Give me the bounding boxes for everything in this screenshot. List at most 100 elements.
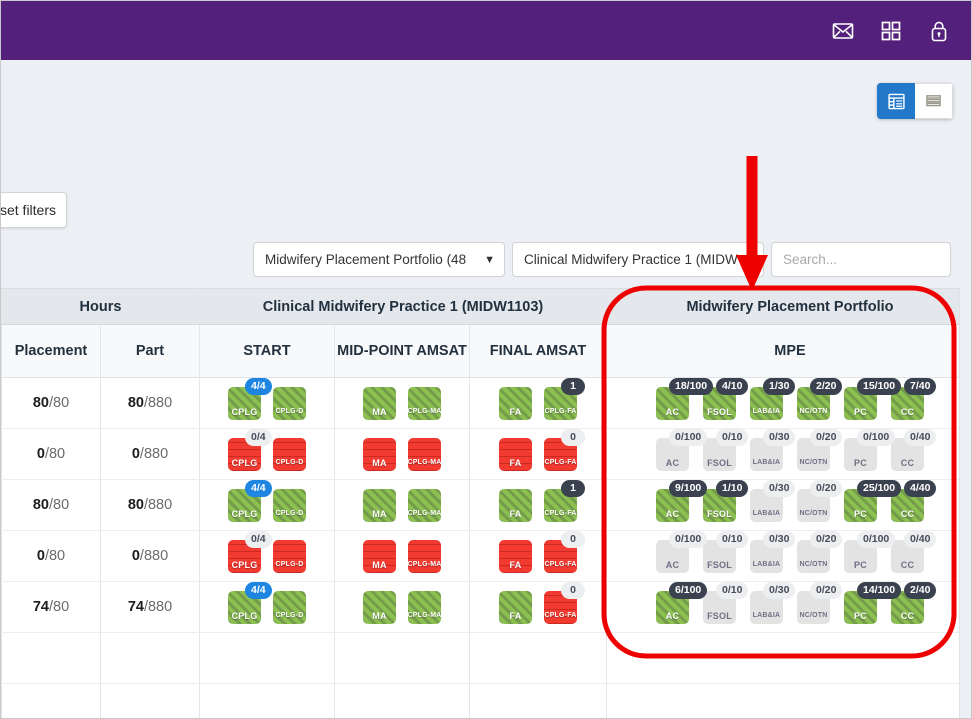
page-body: set filters Midwifery Placement Portfoli… [1,60,971,718]
competency-chip[interactable]: FSOL 0/10 [703,581,749,624]
competency-chip[interactable]: CPLG 4/4 [228,479,272,522]
empty-cell [606,683,971,718]
table-head: Hours Clinical Midwifery Practice 1 (MID… [1,288,971,378]
portfolio-select[interactable]: Midwifery Placement Portfolio (48 ▼ [253,242,505,277]
competency-chip[interactable]: CPLG-FA 0 [544,428,585,471]
padlock-icon[interactable] [927,19,951,43]
competency-chip[interactable]: FA [499,437,532,471]
competency-chip[interactable]: FSOL 0/10 [703,428,749,471]
competency-code-label: FA [509,457,522,468]
empty-cell [100,632,200,684]
competency-chip[interactable]: LAB&IA 0/30 [750,530,796,573]
competency-chip[interactable]: CPLG-MA [408,590,441,624]
competency-chip[interactable]: NC/OTN 0/20 [797,581,843,624]
competency-chip[interactable]: CPLG-MA [408,539,441,573]
competency-chip[interactable]: AC 18/100 [656,377,714,420]
competency-code-label: FA [509,406,522,417]
competency-chip[interactable]: NC/OTN 0/20 [797,428,843,471]
table-row[interactable]: 0/80 0/880 CPLG 0/4 CPLG-D MA CPLG-MA FA CPLG-FA… [1,428,971,480]
competency-chip[interactable]: FA [499,539,532,573]
chip-group: AC 0/100 FSOL 0/10 LAB&IA 0/30 NC/OTN 0/20 PC 0/1… [607,428,971,471]
table-row[interactable]: 74/80 74/880 CPLG 4/4 CPLG-D MA CPLG-MA FA CPLG-… [1,581,971,633]
competency-count-badge: 0/20 [810,581,843,599]
competency-chip[interactable]: CPLG-D [273,539,306,573]
table-row[interactable]: 0/80 0/880 CPLG 0/4 CPLG-D MA CPLG-MA FA CPLG-FA… [1,530,971,582]
competency-chip[interactable]: AC 0/100 [656,530,708,573]
competency-tile: MA [363,386,396,420]
competency-code-label: CPLG-D [275,509,304,517]
competency-chip[interactable]: LAB&IA 0/30 [750,428,796,471]
competency-count-badge: 18/100 [669,377,714,395]
competency-chip[interactable]: CPLG-FA 0 [544,530,585,573]
chip-group: CPLG 0/4 CPLG-D [200,530,334,573]
competency-chip[interactable]: CPLG 0/4 [228,428,272,471]
competency-chip[interactable]: CC 0/40 [891,530,937,573]
competency-chip[interactable]: CPLG-FA 0 [544,581,585,624]
competency-chip[interactable]: MA [363,488,396,522]
chevron-down-icon: ▼ [743,253,754,266]
chip-cell: FA CPLG-FA 0 [469,530,607,582]
competency-chip[interactable]: NC/OTN 0/20 [797,530,843,573]
module-select[interactable]: Clinical Midwifery Practice 1 (MIDW ▼ [512,242,764,277]
competency-chip[interactable]: CPLG-D [273,437,306,471]
group-header-module: Clinical Midwifery Practice 1 (MIDW1103) [199,288,607,325]
competency-chip[interactable]: NC/OTN 0/20 [797,479,843,522]
competency-chip[interactable]: LAB&IA 0/30 [750,479,796,522]
competency-chip[interactable]: CPLG 0/4 [228,530,272,573]
competency-code-label: CPLG-MA [408,560,441,568]
competency-chip[interactable]: PC 0/100 [844,530,896,573]
apps-grid-icon[interactable] [879,19,903,43]
competency-chip[interactable]: MA [363,386,396,420]
table-row[interactable]: 80/80 80/880 CPLG 4/4 CPLG-D MA CPLG-MA FA CPLG-… [1,377,971,429]
competency-chip[interactable]: AC 0/100 [656,428,708,471]
chip-cell: MA CPLG-MA [334,530,470,582]
table-row[interactable]: 80/80 80/880 CPLG 4/4 CPLG-D MA CPLG-MA FA CPLG-… [1,479,971,531]
reset-filters-button[interactable]: set filters [1,192,67,228]
competency-chip[interactable]: FA [499,488,532,522]
competency-count-badge: 0/20 [810,428,843,446]
competency-count-badge: 0/4 [245,530,272,548]
competency-chip[interactable]: FSOL 1/10 [703,479,749,522]
vertical-scrollbar[interactable] [959,288,971,718]
competency-code-label: NC/OTN [799,458,828,466]
competency-tile: MA [363,590,396,624]
competency-chip[interactable]: CC 0/40 [891,428,937,471]
competency-chip[interactable]: AC 9/100 [656,479,708,522]
competency-chip[interactable]: NC/OTN 2/20 [797,377,843,420]
competency-chip[interactable]: FA [499,590,532,624]
competency-chip[interactable]: CPLG-D [273,386,306,420]
competency-chip[interactable]: CPLG-MA [408,386,441,420]
competency-chip[interactable]: CPLG-FA 1 [544,377,585,420]
competency-chip[interactable]: MA [363,590,396,624]
competency-code-label: CC [900,610,915,621]
competency-chip[interactable]: FSOL 0/10 [703,530,749,573]
competency-chip[interactable]: CPLG 4/4 [228,581,272,624]
list-view-button[interactable] [915,83,953,119]
competency-chip[interactable]: LAB&IA 1/30 [750,377,796,420]
competency-chip[interactable]: CPLG-MA [408,437,441,471]
competency-chip[interactable]: CPLG 4/4 [228,377,272,420]
competency-chip[interactable]: LAB&IA 0/30 [750,581,796,624]
competency-chip[interactable]: MA [363,539,396,573]
portfolio-select-value: Midwifery Placement Portfolio (48 [265,252,467,267]
empty-cell [606,632,971,684]
competency-chip[interactable]: CPLG-MA [408,488,441,522]
placement-value: 80/80 [32,497,70,513]
competency-chip[interactable]: PC 0/100 [844,428,896,471]
grid-view-button[interactable] [877,83,915,119]
competency-chip[interactable]: CPLG-D [273,590,306,624]
competency-chip[interactable]: FA [499,386,532,420]
chip-group: FA CPLG-FA 1 [470,479,606,522]
competency-chip[interactable]: PC 15/100 [844,377,902,420]
competency-chip[interactable]: AC 6/100 [656,581,708,624]
mail-icon[interactable] [831,19,855,43]
filter-bar: Midwifery Placement Portfolio (48 ▼ Clin… [253,242,951,277]
placement-value: 0/80 [36,446,66,462]
competency-chip[interactable]: MA [363,437,396,471]
placements-table-container: Hours Clinical Midwifery Practice 1 (MID… [1,288,971,718]
search-input[interactable] [771,242,951,277]
competency-chip[interactable]: CPLG-D [273,488,306,522]
competency-chip[interactable]: CPLG-FA 1 [544,479,585,522]
competency-chip[interactable]: PC 14/100 [844,581,902,624]
competency-chip[interactable]: PC 25/100 [844,479,902,522]
